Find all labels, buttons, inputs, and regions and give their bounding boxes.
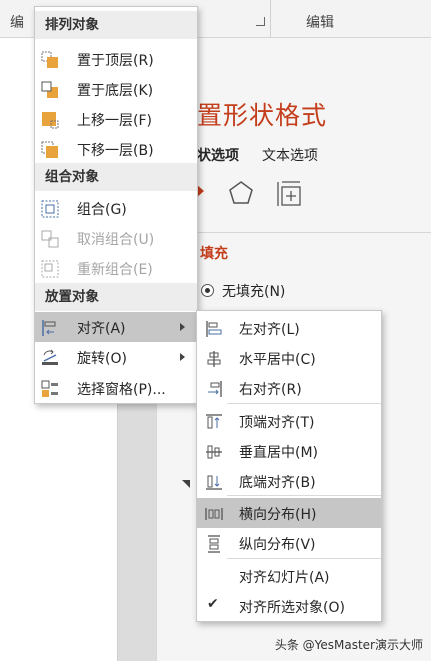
align-bottom-icon (206, 475, 222, 490)
menu-rotate[interactable]: 旋转(O) (35, 342, 197, 372)
send-to-back-icon (41, 81, 58, 98)
menu-item-label: 底端对齐(B) (239, 475, 316, 491)
bring-forward-icon (42, 112, 59, 129)
align-top-icon (206, 414, 222, 429)
menu-selection-pane[interactable]: 选择窗格(P)... (35, 373, 197, 403)
menu-item-label: 对齐幻灯片(A) (239, 570, 330, 586)
menu-item-label: 置于底层(K) (77, 83, 154, 99)
size-properties-icon[interactable] (276, 180, 304, 208)
tab-shape-options[interactable]: 状选项 (197, 145, 239, 165)
menu-item-label: 水平居中(C) (239, 352, 316, 368)
menu-item-label: 组合(G) (77, 202, 127, 218)
collapse-triangle-icon[interactable] (182, 480, 190, 488)
ribbon-divider (270, 0, 271, 38)
rotate-icon (42, 349, 58, 365)
panel-title: 置形状格式 (197, 101, 328, 130)
distribute-vertical-icon (208, 535, 220, 553)
menu-regroup[interactable]: 重新组合(E) (35, 253, 197, 283)
regroup-icon (41, 260, 59, 278)
menu-item-label: 选择窗格(P)... (77, 382, 166, 398)
menu-item-label: 上移一层(F) (77, 113, 152, 129)
dialog-launcher-icon[interactable] (256, 17, 265, 26)
context-menu-arrange: 排列对象 置于顶层(R) 置于底层(K) 上移一层(F) 下移一层(B) 组合对… (34, 6, 198, 404)
menu-align-middle[interactable]: 垂直居中(M) (197, 436, 381, 466)
menu-distribute-vertically[interactable]: 纵向分布(V) (197, 528, 381, 558)
menu-ungroup[interactable]: 取消组合(U) (35, 223, 197, 253)
menu-align-right[interactable]: 右对齐(R) (197, 373, 381, 403)
ribbon-group-label: 编 (10, 15, 24, 31)
group-icon (41, 200, 59, 218)
watermark-text: 头条 @YesMaster演示大师 (274, 638, 423, 652)
menu-align-bottom[interactable]: 底端对齐(B) (197, 466, 381, 496)
selection-pane-icon (41, 380, 58, 397)
menu-item-label: 右对齐(R) (239, 382, 302, 398)
menu-divider (227, 495, 381, 496)
submenu-arrow-icon (180, 353, 185, 361)
panel-divider (196, 232, 431, 233)
menu-align[interactable]: 对齐(A) (35, 312, 197, 342)
menu-item-label: 垂直居中(M) (239, 445, 319, 461)
section-arrange-objects: 排列对象 (35, 11, 197, 39)
menu-item-label: 重新组合(E) (77, 262, 153, 278)
menu-item-label: 置于顶层(R) (77, 53, 154, 69)
bring-to-front-icon (41, 51, 58, 68)
menu-item-label: 顶端对齐(T) (239, 415, 315, 431)
section-group-objects: 组合对象 (35, 163, 197, 191)
distribute-horizontal-icon (205, 508, 223, 520)
align-right-icon (208, 381, 222, 397)
menu-item-label: 取消组合(U) (77, 232, 155, 248)
fill-section-header[interactable]: 填充 (200, 243, 228, 263)
menu-item-label: 旋转(O) (77, 351, 127, 367)
submenu-align: 左对齐(L) 水平居中(C) 右对齐(R) 顶端对齐(T) 垂直居中(M) 底端… (196, 310, 382, 622)
menu-send-backward[interactable]: 下移一层(B) (35, 134, 197, 164)
align-center-icon (207, 351, 221, 367)
align-left-icon (206, 321, 222, 337)
checkmark-icon: ✔ (207, 596, 219, 612)
tab-text-options[interactable]: 文本选项 (262, 145, 318, 165)
effects-pentagon-icon[interactable] (228, 180, 254, 206)
menu-align-center[interactable]: 水平居中(C) (197, 343, 381, 373)
fill-line-icon[interactable] (196, 180, 210, 202)
no-fill-label[interactable]: 无填充(N) (222, 281, 285, 301)
menu-align-top[interactable]: 顶端对齐(T) (197, 406, 381, 436)
menu-group[interactable]: 组合(G) (35, 193, 197, 223)
menu-align-left[interactable]: 左对齐(L) (197, 313, 381, 343)
menu-bring-to-front[interactable]: 置于顶层(R) (35, 44, 197, 74)
ungroup-icon (41, 230, 59, 248)
menu-send-to-back[interactable]: 置于底层(K) (35, 74, 197, 104)
menu-item-label: 纵向分布(V) (239, 537, 316, 553)
menu-item-label: 对齐(A) (77, 321, 126, 337)
menu-divider (227, 558, 381, 559)
submenu-arrow-icon (180, 323, 185, 331)
menu-bring-forward[interactable]: 上移一层(F) (35, 104, 197, 134)
menu-divider (227, 403, 381, 404)
align-icon (42, 320, 56, 336)
menu-align-selected-objects[interactable]: ✔ 对齐所选对象(O) (197, 591, 381, 621)
menu-item-label: 左对齐(L) (239, 322, 300, 338)
menu-item-label: 下移一层(B) (77, 143, 154, 159)
no-fill-radio[interactable] (201, 284, 214, 297)
menu-item-label: 横向分布(H) (239, 507, 317, 523)
menu-distribute-horizontally[interactable]: 横向分布(H) (197, 498, 381, 528)
align-middle-icon (206, 445, 222, 459)
menu-align-to-slide[interactable]: 对齐幻灯片(A) (197, 561, 381, 591)
send-backward-icon (41, 141, 58, 158)
watermark: 头条 @YesMaster演示大师 (275, 636, 423, 653)
menu-item-label: 对齐所选对象(O) (239, 600, 345, 616)
ribbon-edit-label[interactable]: 编辑 (306, 12, 334, 32)
section-position-objects: 放置对象 (35, 283, 197, 311)
